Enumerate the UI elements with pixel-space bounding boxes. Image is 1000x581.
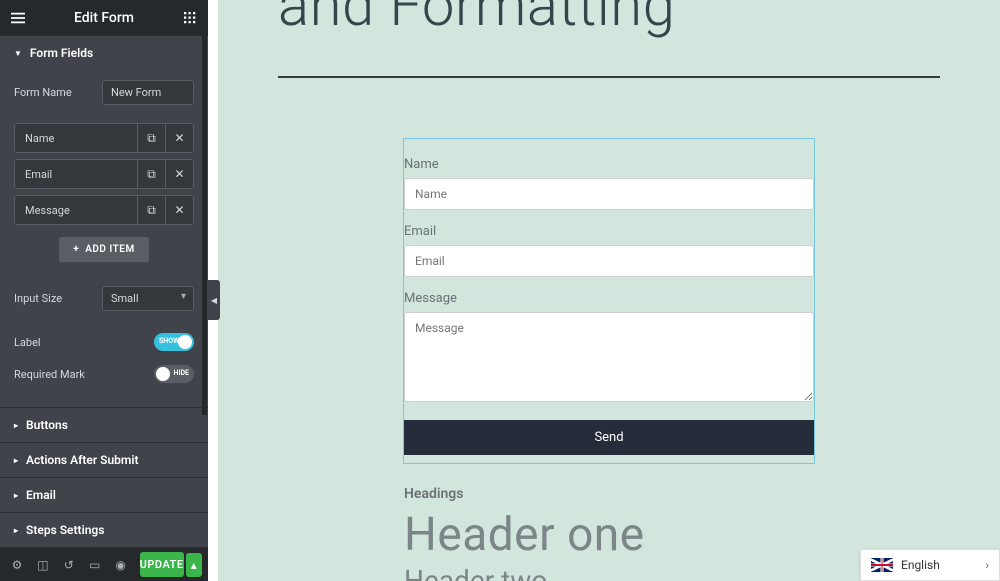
headings-label: Headings bbox=[404, 486, 1000, 502]
toggle-text: SHOW bbox=[159, 337, 179, 345]
add-item-button[interactable]: + ADD ITEM bbox=[59, 237, 148, 262]
email-input[interactable] bbox=[404, 245, 814, 277]
field-item[interactable]: Name ⧉ ✕ bbox=[14, 123, 194, 153]
duplicate-icon[interactable]: ⧉ bbox=[137, 196, 165, 224]
preview-canvas: and Formatting Name Email Message Send H… bbox=[218, 0, 1000, 581]
divider bbox=[278, 76, 940, 78]
field-item-label: Email bbox=[15, 168, 137, 181]
menu-icon[interactable] bbox=[10, 10, 26, 26]
input-size-label: Input Size bbox=[14, 292, 62, 305]
field-item-label: Message bbox=[15, 204, 137, 217]
field-label: Email bbox=[404, 224, 814, 239]
section-buttons[interactable]: ▸ Buttons bbox=[0, 407, 208, 442]
update-caret-icon[interactable]: ▴ bbox=[186, 553, 202, 577]
navigator-icon[interactable]: ◫ bbox=[32, 553, 54, 577]
section-label: Actions After Submit bbox=[26, 453, 138, 467]
send-button[interactable]: Send bbox=[404, 420, 814, 455]
required-mark-label: Required Mark bbox=[14, 368, 85, 381]
form-widget[interactable]: Name Email Message Send bbox=[403, 138, 815, 464]
section-label: Email bbox=[26, 488, 56, 502]
close-icon[interactable]: ✕ bbox=[165, 124, 193, 152]
section-email[interactable]: ▸ Email bbox=[0, 477, 208, 512]
field-items: Name ⧉ ✕ Email ⧉ ✕ Message ⧉ ✕ bbox=[14, 123, 194, 225]
chevron-right-icon: › bbox=[985, 558, 989, 572]
input-size-select[interactable]: Small bbox=[102, 286, 194, 311]
caret-right-icon: ▸ bbox=[14, 491, 18, 500]
responsive-icon[interactable]: ▭ bbox=[84, 553, 106, 577]
close-icon[interactable]: ✕ bbox=[165, 160, 193, 188]
add-item-label: ADD ITEM bbox=[85, 244, 134, 255]
section-form-fields[interactable]: ▼ Form Fields bbox=[0, 35, 208, 70]
section-label: Buttons bbox=[26, 418, 68, 432]
label-toggle[interactable]: SHOW bbox=[154, 333, 194, 351]
language-switcher[interactable]: English › bbox=[860, 549, 1000, 581]
collapse-panel-handle[interactable]: ◀ bbox=[208, 280, 220, 320]
uk-flag-icon bbox=[871, 558, 893, 572]
panel-title: Edit Form bbox=[26, 10, 182, 26]
caret-right-icon: ▸ bbox=[14, 421, 18, 430]
panel-body: ▼ Form Fields Form Name Name ⧉ ✕ Email ⧉… bbox=[0, 35, 208, 548]
form-fields-content: Form Name Name ⧉ ✕ Email ⧉ ✕ Message ⧉ ✕ bbox=[0, 70, 208, 407]
panel-footer: ⚙ ◫ ↺ ▭ ◉ UPDATE ▴ bbox=[0, 548, 208, 581]
duplicate-icon[interactable]: ⧉ bbox=[137, 160, 165, 188]
history-icon[interactable]: ↺ bbox=[58, 553, 80, 577]
section-steps[interactable]: ▸ Steps Settings bbox=[0, 512, 208, 547]
section-label: Steps Settings bbox=[26, 523, 104, 537]
label-toggle-label: Label bbox=[14, 336, 41, 349]
language-label: English bbox=[901, 558, 985, 572]
form-name-input[interactable] bbox=[102, 80, 194, 105]
name-input[interactable] bbox=[404, 178, 814, 210]
section-label: Form Fields bbox=[30, 46, 93, 60]
panel-header: Edit Form bbox=[0, 0, 208, 35]
page-title: and Formatting bbox=[278, 0, 1000, 40]
duplicate-icon[interactable]: ⧉ bbox=[137, 124, 165, 152]
close-icon[interactable]: ✕ bbox=[165, 196, 193, 224]
section-actions[interactable]: ▸ Actions After Submit bbox=[0, 442, 208, 477]
caret-right-icon: ▸ bbox=[14, 526, 18, 535]
form-name-label: Form Name bbox=[14, 86, 72, 99]
scrollbar[interactable] bbox=[202, 35, 207, 415]
message-input[interactable] bbox=[404, 312, 814, 402]
field-label: Name bbox=[404, 157, 814, 172]
field-item[interactable]: Email ⧉ ✕ bbox=[14, 159, 194, 189]
caret-down-icon: ▼ bbox=[14, 49, 22, 58]
field-label: Message bbox=[404, 291, 814, 306]
toggle-text: HIDE bbox=[174, 369, 189, 377]
widgets-icon[interactable] bbox=[182, 10, 198, 26]
settings-icon[interactable]: ⚙ bbox=[6, 553, 28, 577]
editor-panel: Edit Form ▼ Form Fields Form Name Name ⧉… bbox=[0, 0, 208, 581]
preview-icon[interactable]: ◉ bbox=[110, 553, 132, 577]
required-toggle[interactable]: HIDE bbox=[154, 365, 194, 383]
caret-right-icon: ▸ bbox=[14, 456, 18, 465]
field-item[interactable]: Message ⧉ ✕ bbox=[14, 195, 194, 225]
update-button[interactable]: UPDATE bbox=[140, 552, 184, 577]
plus-icon: + bbox=[73, 244, 79, 255]
field-item-label: Name bbox=[15, 132, 137, 145]
